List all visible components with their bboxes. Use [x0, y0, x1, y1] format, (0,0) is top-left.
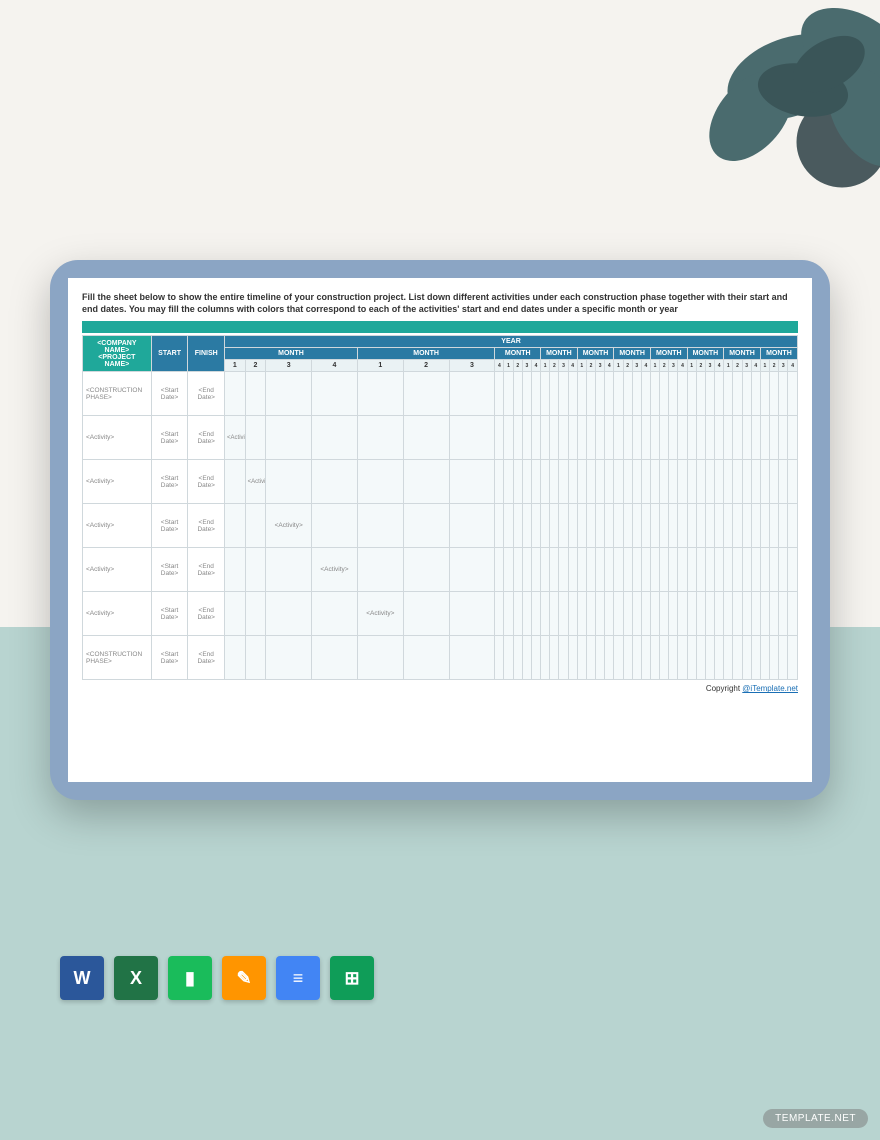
table-row: <Activity><Start Date><End Date><Activit…	[83, 460, 798, 504]
copyright: Copyright @iTemplate.net	[82, 684, 798, 693]
week-header: 2	[770, 360, 779, 372]
app-icons-row: WX▮✎≡⊞	[60, 956, 374, 1000]
header-company: <COMPANY NAME> <PROJECT NAME>	[83, 336, 152, 372]
header-month: MONTH	[357, 348, 494, 360]
docs-icon[interactable]: ≡	[276, 956, 320, 1000]
week-header: 4	[312, 360, 358, 372]
table-row: <Activity><Start Date><End Date><Activit…	[83, 416, 798, 460]
header-month: MONTH	[495, 348, 541, 360]
week-header: 3	[449, 360, 495, 372]
header-month: MONTH	[687, 348, 724, 360]
week-header: 2	[245, 360, 266, 372]
gantt-table: <COMPANY NAME> <PROJECT NAME> START FINI…	[82, 335, 798, 680]
header-month: MONTH	[724, 348, 761, 360]
table-row: <CONSTRUCTION PHASE><Start Date><End Dat…	[83, 372, 798, 416]
week-header: 2	[403, 360, 449, 372]
week-header: 2	[733, 360, 742, 372]
week-header: 1	[614, 360, 623, 372]
table-row: <Activity><Start Date><End Date><Activit…	[83, 504, 798, 548]
week-header: 1	[577, 360, 586, 372]
week-header: 4	[715, 360, 724, 372]
week-header: 2	[660, 360, 669, 372]
week-header: 3	[779, 360, 788, 372]
week-header: 4	[568, 360, 577, 372]
week-header: 4	[531, 360, 540, 372]
week-header: 4	[605, 360, 614, 372]
week-header: 4	[641, 360, 650, 372]
week-header: 3	[266, 360, 312, 372]
week-header: 1	[504, 360, 513, 372]
sheets-icon[interactable]: ⊞	[330, 956, 374, 1000]
header-start: START	[151, 336, 188, 372]
week-header: 2	[550, 360, 559, 372]
numbers-icon[interactable]: ▮	[168, 956, 212, 1000]
week-header: 1	[357, 360, 403, 372]
header-month: MONTH	[760, 348, 797, 360]
week-header: 1	[687, 360, 696, 372]
week-header: 4	[751, 360, 760, 372]
header-month: MONTH	[650, 348, 687, 360]
week-header: 4	[495, 360, 504, 372]
week-header: 1	[760, 360, 769, 372]
week-header: 3	[522, 360, 531, 372]
week-header: 2	[586, 360, 595, 372]
header-month: MONTH	[614, 348, 651, 360]
week-header: 3	[669, 360, 678, 372]
week-header: 3	[742, 360, 751, 372]
week-header: 1	[225, 360, 246, 372]
week-header: 3	[705, 360, 714, 372]
header-year: YEAR	[225, 336, 798, 348]
watermark: TEMPLATE.NET	[763, 1109, 868, 1128]
week-header: 2	[513, 360, 522, 372]
week-header: 3	[632, 360, 641, 372]
teal-divider	[82, 321, 798, 333]
word-icon[interactable]: W	[60, 956, 104, 1000]
header-finish: FINISH	[188, 336, 225, 372]
week-header: 3	[596, 360, 605, 372]
week-header: 3	[559, 360, 568, 372]
week-header: 2	[623, 360, 632, 372]
pages-icon[interactable]: ✎	[222, 956, 266, 1000]
table-row: <Activity><Start Date><End Date><Activit…	[83, 548, 798, 592]
copyright-link[interactable]: @iTemplate.net	[742, 684, 798, 693]
header-month: MONTH	[225, 348, 358, 360]
template-document: Fill the sheet below to show the entire …	[68, 278, 812, 782]
week-header: 2	[696, 360, 705, 372]
week-header: 4	[678, 360, 687, 372]
table-row: <Activity><Start Date><End Date><Activit…	[83, 592, 798, 636]
table-row: <CONSTRUCTION PHASE><Start Date><End Dat…	[83, 636, 798, 680]
clipboard-frame: Fill the sheet below to show the entire …	[50, 260, 830, 800]
week-header: 1	[541, 360, 550, 372]
week-header: 1	[650, 360, 659, 372]
week-header: 1	[724, 360, 733, 372]
excel-icon[interactable]: X	[114, 956, 158, 1000]
week-header: 4	[788, 360, 798, 372]
header-month: MONTH	[577, 348, 614, 360]
header-month: MONTH	[541, 348, 578, 360]
instructions-text: Fill the sheet below to show the entire …	[82, 292, 798, 315]
plant-decoration	[660, 0, 880, 220]
